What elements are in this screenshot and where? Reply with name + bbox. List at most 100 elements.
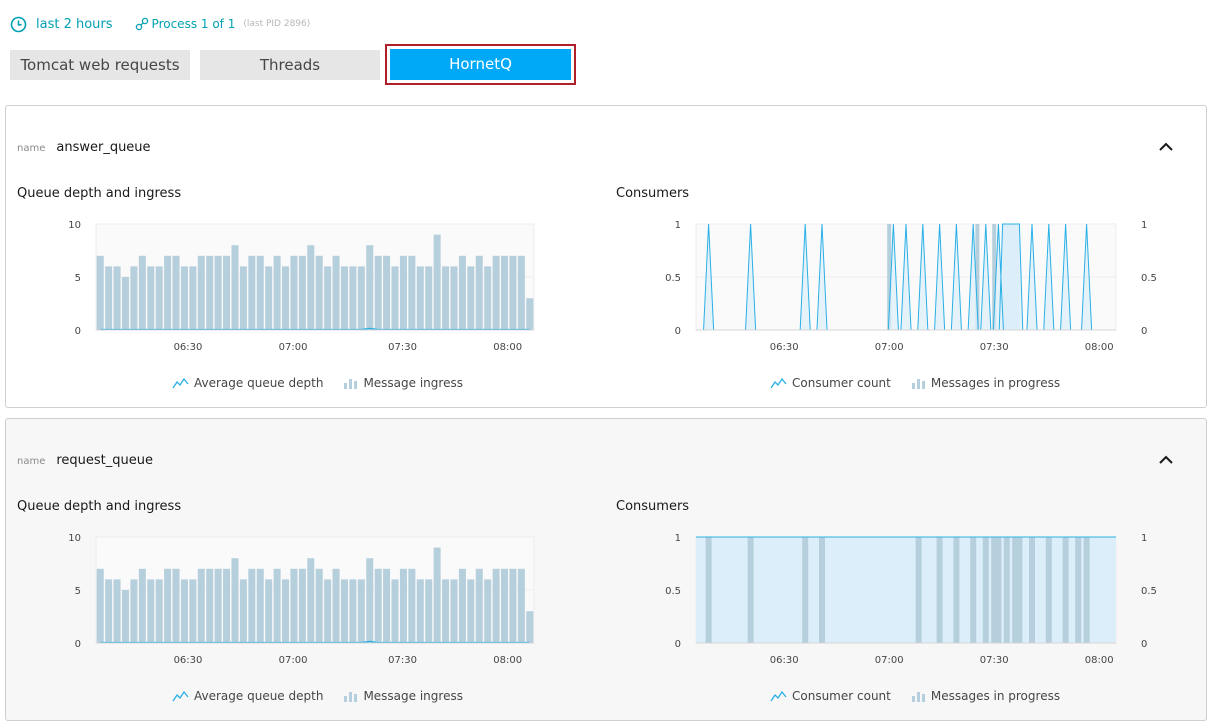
ingress-bar <box>197 255 205 330</box>
ingress-bar <box>197 568 205 643</box>
legend-label: Message ingress <box>363 689 463 703</box>
in-progress-bar <box>915 537 922 643</box>
ingress-bar <box>433 547 441 643</box>
queue-depth-chart[interactable]: 0 5 10 06:30 07:00 07:30 08:00 <box>36 533 596 687</box>
ingress-bar <box>324 266 332 330</box>
ingress-bar <box>467 579 475 643</box>
legend-item[interactable]: Message ingress <box>343 689 463 703</box>
ingress-bar <box>223 568 231 643</box>
y-tick-label: 0.5 <box>1141 273 1157 284</box>
ingress-bar <box>298 255 306 330</box>
clock-icon <box>10 16 27 32</box>
legend-item[interactable]: Messages in progress <box>911 376 1060 390</box>
consumers-chart[interactable]: 0 0 0.5 0.5 1 1 06:30 07:00 07:30 08:00 <box>646 220 1166 374</box>
ingress-bar <box>374 568 382 643</box>
x-tick-label: 06:30 <box>174 655 203 666</box>
ingress-bar <box>399 255 407 330</box>
ingress-bar <box>138 255 146 330</box>
legend-item[interactable]: Average queue depth <box>172 376 323 390</box>
ingress-bar <box>492 568 500 643</box>
ingress-bar <box>383 255 391 330</box>
ingress-bar <box>357 579 365 643</box>
ingress-bar <box>265 266 273 330</box>
ingress-bar <box>138 568 146 643</box>
ingress-bar <box>265 579 273 643</box>
x-tick-label: 07:00 <box>279 655 308 666</box>
chart-title: Queue depth and ingress <box>17 499 182 514</box>
tab-hornetq[interactable]: HornetQ <box>390 49 571 80</box>
in-progress-bar <box>705 537 712 643</box>
line-chart-icon <box>770 690 787 702</box>
ingress-bar <box>484 579 492 643</box>
ingress-bar <box>450 579 458 643</box>
y-tick-label: 5 <box>75 273 81 284</box>
tab-tomcat-web-requests[interactable]: Tomcat web requests <box>10 50 190 80</box>
legend-item[interactable]: Consumer count <box>770 376 891 390</box>
in-progress-bar <box>1075 537 1082 643</box>
ingress-bar <box>416 579 424 643</box>
ingress-bar <box>155 266 163 330</box>
legend-item[interactable]: Message ingress <box>343 376 463 390</box>
x-tick-label: 07:30 <box>980 655 1009 666</box>
collapse-chevron-icon[interactable] <box>1156 451 1176 467</box>
ingress-bar <box>256 255 264 330</box>
legend-item[interactable]: Average queue depth <box>172 689 323 703</box>
ingress-bar <box>273 568 281 643</box>
ingress-bar <box>383 568 391 643</box>
ingress-bar <box>130 579 138 643</box>
process-link[interactable]: Process 1 of 1 <box>152 17 236 31</box>
in-progress-bar <box>1062 537 1069 643</box>
ingress-bar <box>366 245 374 330</box>
ingress-bar <box>366 558 374 643</box>
bar-chart-icon <box>344 692 358 702</box>
x-tick-label: 07:00 <box>875 655 904 666</box>
chart-svg: 0 0 0.5 0.5 1 1 06:30 07:00 07:30 08:00 <box>665 533 1157 666</box>
process-icon <box>135 17 148 31</box>
ingress-bar <box>282 579 290 643</box>
ingress-bar <box>517 255 525 330</box>
ingress-bar <box>340 579 348 643</box>
x-tick-label: 07:30 <box>388 655 417 666</box>
ingress-bar <box>206 568 214 643</box>
tab-threads[interactable]: Threads <box>200 50 380 80</box>
ingress-bar <box>121 590 129 643</box>
y-tick-label: 1 <box>1141 533 1147 544</box>
ingress-bar <box>509 568 517 643</box>
ingress-bar <box>501 568 509 643</box>
queue-card: name answer_queue Queue depth and ingres… <box>5 105 1207 408</box>
y-tick-label: 0 <box>75 639 81 650</box>
y-tick-label: 10 <box>68 220 81 231</box>
in-progress-bar <box>1029 537 1035 643</box>
legend-item[interactable]: Messages in progress <box>911 689 1060 703</box>
timeframe-selector[interactable]: last 2 hours <box>36 17 113 32</box>
x-tick-label: 07:00 <box>279 342 308 353</box>
collapse-chevron-icon[interactable] <box>1156 138 1176 154</box>
ingress-bar <box>458 568 466 643</box>
chart-legend: Average queue depth Message ingress <box>172 689 483 703</box>
consumers-chart[interactable]: 0 0 0.5 0.5 1 1 06:30 07:00 07:30 08:00 <box>646 533 1166 687</box>
ingress-bar <box>239 579 247 643</box>
ingress-bar <box>374 255 382 330</box>
queue-depth-chart[interactable]: 0 5 10 06:30 07:00 07:30 08:00 <box>36 220 596 374</box>
in-progress-bar <box>982 537 989 643</box>
ingress-bar <box>526 611 534 643</box>
ingress-bar <box>298 568 306 643</box>
chart-title: Consumers <box>616 186 690 201</box>
legend-label: Messages in progress <box>930 376 1061 390</box>
ingress-bar <box>332 568 340 643</box>
ingress-bar <box>214 255 222 330</box>
ingress-bar <box>391 579 399 643</box>
ingress-bar <box>130 266 138 330</box>
queue-name: request_queue <box>56 453 154 468</box>
line-chart-icon <box>172 377 189 389</box>
ingress-bar <box>307 558 315 643</box>
ingress-bar <box>349 579 357 643</box>
y-tick-label: 0.5 <box>665 586 681 597</box>
ingress-bar <box>416 266 424 330</box>
last-pid: (last PID 2896) <box>243 19 311 29</box>
legend-item[interactable]: Consumer count <box>770 689 891 703</box>
in-progress-bar <box>1003 537 1010 643</box>
ingress-bar <box>256 568 264 643</box>
y-tick-label: 0 <box>675 639 681 650</box>
ingress-bar <box>408 568 416 643</box>
